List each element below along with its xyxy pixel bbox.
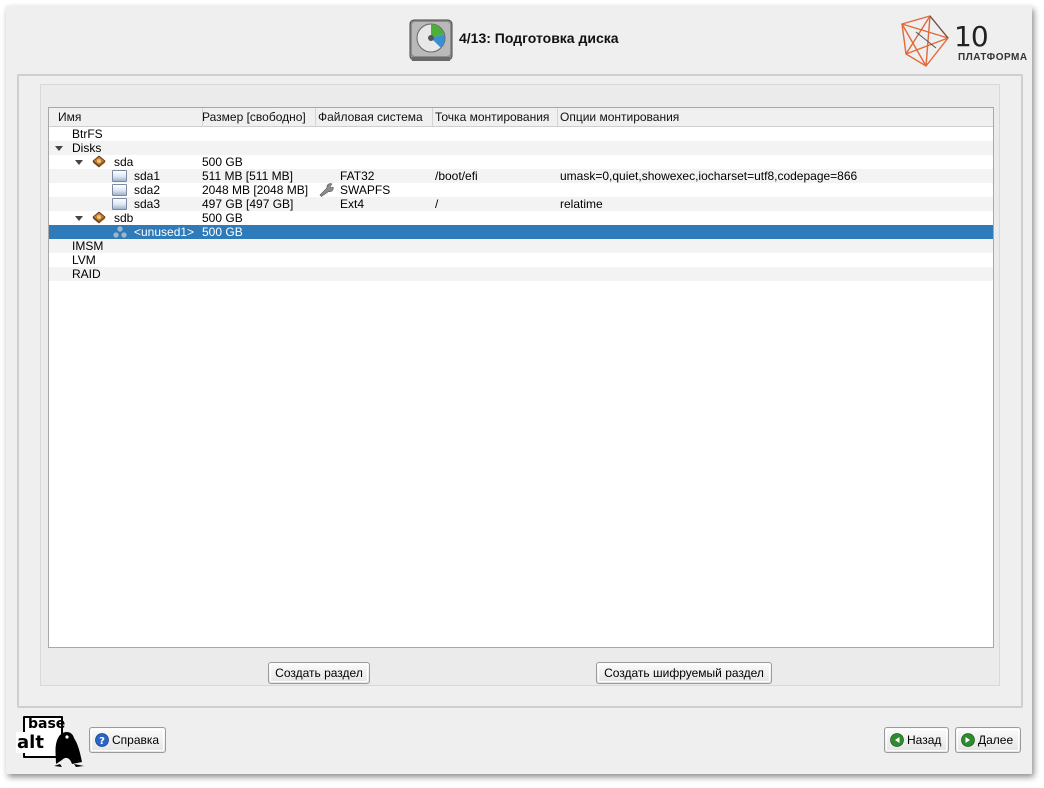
hard-drive-icon bbox=[92, 155, 106, 168]
next-button[interactable]: Далее bbox=[955, 727, 1021, 753]
partition-icon bbox=[112, 198, 127, 210]
tree-row-sda1[interactable]: sda1 511 MB [511 MB] FAT32 /boot/efi uma… bbox=[49, 169, 993, 183]
logo-alt-text: alt bbox=[16, 732, 45, 753]
partition-icon bbox=[112, 184, 127, 196]
hard-disk-icon bbox=[409, 19, 453, 61]
row-filesystem: SWAPFS bbox=[340, 183, 391, 197]
row-name: sdb bbox=[114, 211, 134, 225]
row-name: Disks bbox=[72, 141, 102, 155]
column-header-mount-options[interactable]: Опции монтирования bbox=[557, 108, 990, 126]
create-encrypted-partition-button[interactable]: Создать шифруемый раздел bbox=[596, 662, 772, 684]
main-frame: Имя Размер [свободно] Файловая система Т… bbox=[17, 74, 1023, 708]
back-label: Назад bbox=[907, 733, 942, 747]
tree-row-unused1[interactable]: <unused1> 500 GB bbox=[49, 225, 993, 239]
help-label: Справка bbox=[112, 733, 160, 747]
expander-arrow-icon[interactable] bbox=[74, 211, 84, 225]
create-partition-label: Создать раздел bbox=[275, 666, 363, 680]
row-size: 2048 MB [2048 MB] bbox=[202, 183, 309, 197]
row-name: sda2 bbox=[134, 183, 161, 197]
row-size: 497 GB [497 GB] bbox=[202, 197, 294, 211]
row-mount-options: relatime bbox=[560, 197, 603, 211]
column-header-size[interactable]: Размер [свободно] bbox=[199, 108, 316, 126]
arrow-left-icon bbox=[890, 733, 904, 747]
partition-icon bbox=[112, 170, 127, 182]
row-name: sda1 bbox=[134, 169, 161, 183]
column-header-mountpoint[interactable]: Точка монтирования bbox=[432, 108, 558, 126]
tree-row-sda[interactable]: sda 500 GB bbox=[49, 155, 993, 169]
help-question-icon: ? bbox=[95, 733, 109, 747]
tree-row-raid[interactable]: RAID bbox=[49, 267, 993, 281]
next-label: Далее bbox=[978, 733, 1014, 747]
row-size: 500 GB bbox=[202, 155, 243, 169]
row-name: IMSM bbox=[72, 239, 104, 253]
logo-text: ПЛАТФОРМА bbox=[958, 52, 1028, 63]
tree-row-imsm[interactable]: IMSM bbox=[49, 239, 993, 253]
column-header-filesystem[interactable]: Файловая система bbox=[315, 108, 433, 126]
column-header-name[interactable]: Имя bbox=[55, 108, 203, 126]
row-filesystem: Ext4 bbox=[340, 197, 365, 211]
row-mountpoint: / bbox=[435, 197, 439, 211]
row-name: BtrFS bbox=[72, 127, 103, 141]
arrow-right-icon bbox=[961, 733, 975, 747]
tree-header: Имя Размер [свободно] Файловая система Т… bbox=[49, 108, 993, 127]
installer-window: 4/13: Подготовка диска 10 ПЛАТФОРМА Имя … bbox=[6, 6, 1032, 774]
row-mount-options: umask=0,quiet,showexec,iocharset=utf8,co… bbox=[560, 169, 858, 183]
expander-arrow-icon[interactable] bbox=[74, 155, 84, 169]
tree-row-sdb[interactable]: sdb 500 GB bbox=[49, 211, 993, 225]
help-button[interactable]: ? Справка bbox=[89, 727, 166, 753]
penguin-mascot-icon bbox=[54, 732, 84, 767]
platform-logo: 10 ПЛАТФОРМА bbox=[896, 10, 1028, 74]
page-title: 4/13: Подготовка диска bbox=[459, 30, 619, 46]
basealt-logo: base alt bbox=[16, 714, 86, 768]
row-name: LVM bbox=[72, 253, 96, 267]
row-name: sda bbox=[114, 155, 134, 169]
logo-number: 10 bbox=[954, 20, 989, 53]
create-partition-button[interactable]: Создать раздел bbox=[268, 662, 370, 684]
row-mountpoint: /boot/efi bbox=[435, 169, 478, 183]
create-encrypted-partition-label: Создать шифруемый раздел bbox=[604, 666, 764, 680]
hard-drive-icon bbox=[92, 211, 106, 224]
row-size: 511 MB [511 MB] bbox=[202, 169, 293, 183]
partition-panel: Имя Размер [свободно] Файловая система Т… bbox=[40, 84, 1000, 686]
row-filesystem: FAT32 bbox=[340, 169, 375, 183]
expander-arrow-icon[interactable] bbox=[54, 141, 64, 155]
tree-rows: BtrFS Disks sda 500 GB sda1 511 MB [511 … bbox=[49, 127, 993, 281]
row-name: sda3 bbox=[134, 197, 161, 211]
row-name: <unused1> bbox=[134, 225, 195, 239]
svg-text:?: ? bbox=[99, 736, 105, 747]
polyhedron-logo-icon bbox=[901, 15, 949, 67]
row-size: 500 GB bbox=[202, 211, 243, 225]
row-name: RAID bbox=[72, 267, 101, 281]
tree-row-btrfs[interactable]: BtrFS bbox=[49, 127, 993, 141]
tree-row-lvm[interactable]: LVM bbox=[49, 253, 993, 267]
tree-row-sda3[interactable]: sda3 497 GB [497 GB] Ext4 / relatime bbox=[49, 197, 993, 211]
partition-tree[interactable]: Имя Размер [свободно] Файловая система Т… bbox=[48, 107, 994, 648]
row-size: 500 GB bbox=[202, 225, 243, 239]
tree-row-disks[interactable]: Disks bbox=[49, 141, 993, 155]
unused-space-icon bbox=[113, 226, 127, 238]
wrench-icon bbox=[319, 183, 334, 197]
back-button[interactable]: Назад bbox=[884, 727, 949, 753]
tree-row-sda2[interactable]: sda2 2048 MB [2048 MB] SWAPFS bbox=[49, 183, 993, 197]
